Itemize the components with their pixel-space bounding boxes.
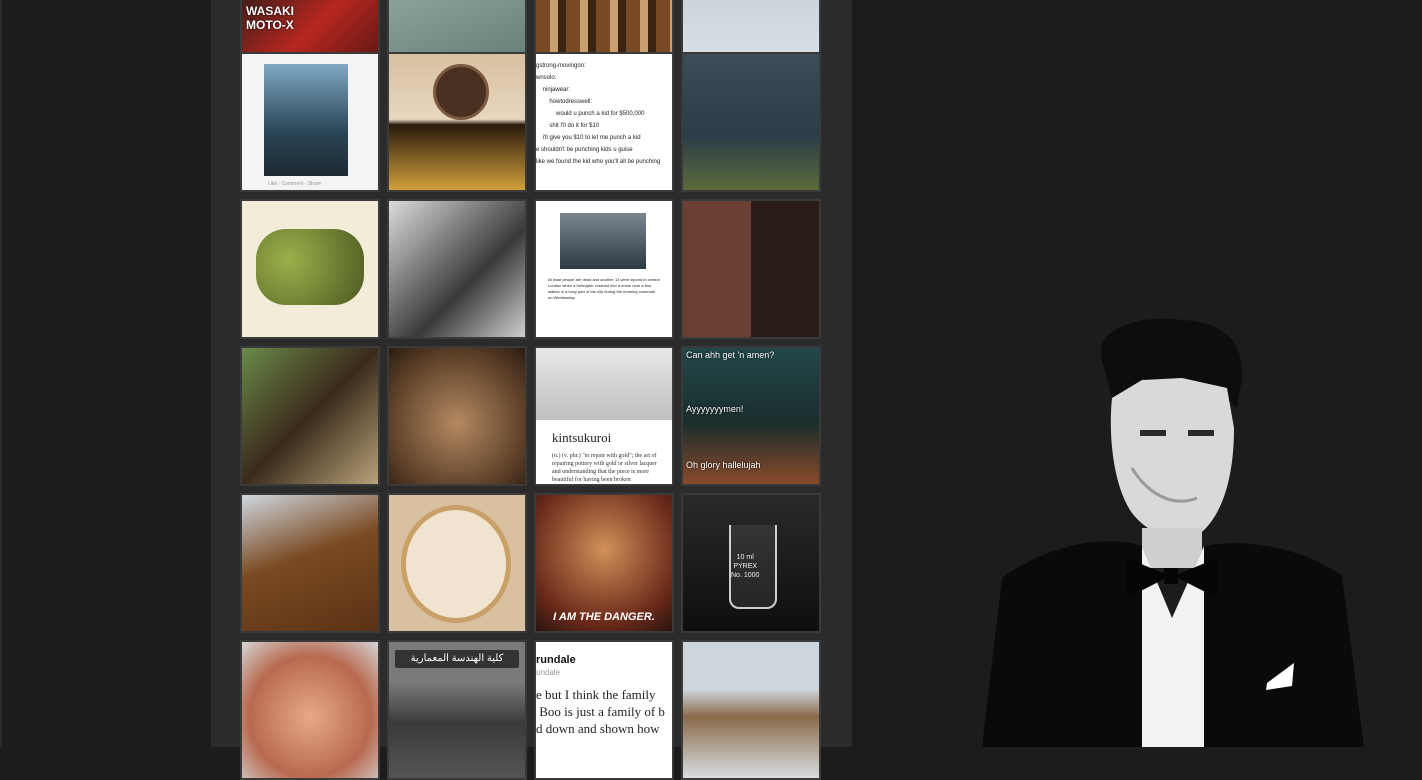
tweet-text: e but I think the family Boo is just a f… (536, 687, 665, 736)
tweet-handle: undale (536, 668, 561, 677)
tweet-name: rundale (536, 654, 576, 666)
news-photo (560, 213, 646, 269)
thumbnail-embroidery[interactable] (387, 493, 527, 633)
meme-middle-text: Ayyyyyyymen! (686, 404, 744, 414)
thumbnail-canal[interactable] (681, 640, 821, 780)
controller-icon (256, 229, 364, 305)
thumbnail-lake-aerial[interactable] (681, 52, 821, 192)
bowl-photo (536, 348, 672, 420)
portrait-graphic (982, 318, 1364, 747)
police-car-photo (264, 64, 348, 176)
thumbnail-news-article[interactable]: At least people are dead and another 13 … (534, 199, 674, 339)
image-feed-column: WASAKI MOTO-X Like · Comment · Share gst… (211, 0, 852, 780)
kintsukuroi-title: kintsukuroi (552, 430, 612, 445)
thumbnail-school-sign[interactable]: كلية الهندسة المعمارية (387, 640, 527, 780)
meme-caption: I AM THE DANGER. (553, 611, 655, 623)
thumbnail-danger[interactable]: I AM THE DANGER. (534, 493, 674, 633)
thumbnail-arundale[interactable]: rundale undale e but I think the family … (534, 640, 674, 780)
thumbnail-picard-facepalm[interactable] (681, 199, 821, 339)
embroidery-hoop (401, 505, 511, 623)
building-sign: كلية الهندسة المعمارية (395, 650, 519, 668)
thumbnail-voldemort[interactable]: Can ahh get 'n amen? Ayyyyyyymen! Oh glo… (681, 346, 821, 486)
thumbnail-police-car[interactable]: Like · Comment · Share (240, 52, 380, 192)
thumbnail-text: At least people are dead and another 13 … (548, 277, 661, 300)
thumbnail-paula[interactable] (240, 640, 380, 780)
thumbnail-angry-bird[interactable] (387, 52, 527, 192)
thumbnail-text: WASAKI MOTO-X (246, 4, 294, 32)
thumbnail-kitten[interactable] (387, 346, 527, 486)
thumbnail-bw-portrait[interactable] (387, 199, 527, 339)
meme-bottom-text: Oh glory hallelujah (686, 460, 761, 470)
thumbnail-text: Like · Comment · Share (268, 181, 322, 187)
thumbnail-tumblr-text[interactable]: gstrong-movingon: wnsolo: ninjawear: how… (534, 52, 674, 192)
angry-bird-icon (433, 64, 489, 120)
thumbnail-dog-woman[interactable] (240, 346, 380, 486)
thumbnail-dachshund[interactable] (240, 493, 380, 633)
kintsukuroi-definition: (n.) (v. phr.) "to repair with gold"; th… (552, 453, 657, 483)
thumbnail-beaker[interactable]: 10 ml PYREX No. 1000 (681, 493, 821, 633)
thumbnail-text: gstrong-movingon: wnsolo: ninjawear: how… (536, 63, 661, 165)
thumbnail-kintsukuroi[interactable]: kintsukuroi (n.) (v. phr.) "to repair wi… (534, 346, 674, 486)
thumbnail-zelda-controller[interactable] (240, 199, 380, 339)
meme-top-text: Can ahh get 'n amen? (686, 350, 775, 360)
tuxedo-portrait (982, 318, 1364, 747)
window-left-edge (0, 0, 2, 747)
beaker-label: 10 ml PYREX No. 1000 (731, 554, 760, 579)
